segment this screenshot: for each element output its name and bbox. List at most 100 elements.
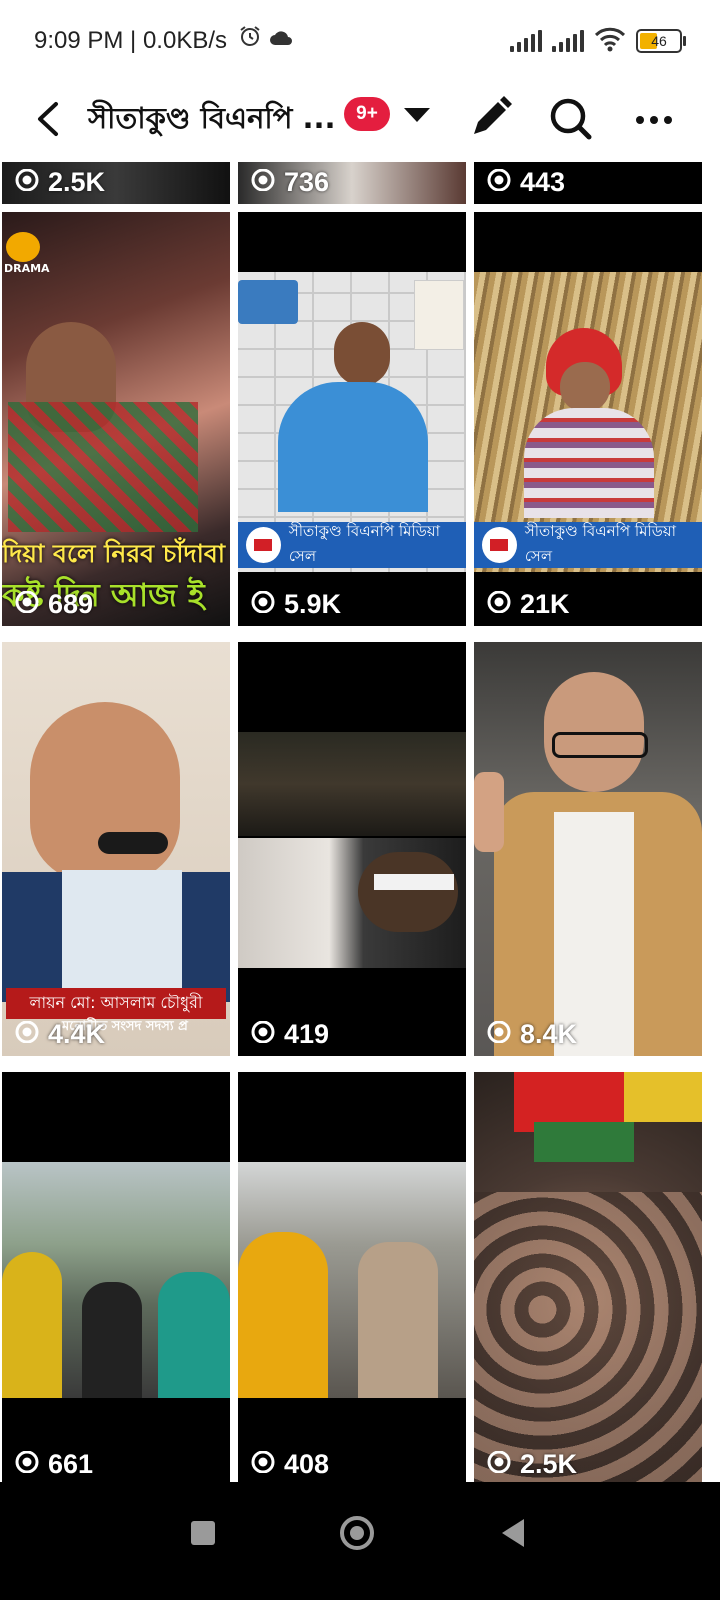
system-nav-bar <box>0 1482 720 1600</box>
eye-icon <box>12 589 42 620</box>
view-count-text: 2.5K <box>520 1449 578 1479</box>
media-cell-banner: সীতাকুণ্ড বিএনপি মিডিয়া সেল <box>474 522 702 568</box>
app-header: সীতাকুণ্ড বিএনপি ... 9+ <box>0 80 720 162</box>
view-count: 661 <box>12 1449 93 1480</box>
scarf-shape <box>8 402 198 532</box>
status-time-text: 9:09 PM | 0.0KB/s <box>34 27 227 54</box>
glasses <box>552 732 648 758</box>
person-face <box>30 702 180 882</box>
poster-photos <box>238 280 298 324</box>
eye-icon <box>12 167 42 198</box>
green-flag <box>534 1122 634 1162</box>
person-shirt <box>524 408 654 518</box>
poster-right <box>414 280 464 350</box>
teal-jacket <box>158 1272 230 1398</box>
more-icon[interactable] <box>630 92 682 144</box>
dark-coat <box>82 1282 142 1398</box>
eye-icon <box>248 167 278 198</box>
eye-icon <box>484 589 514 620</box>
banner-text: সীতাকুণ্ড বিএনপি মিডিয়া সেল <box>524 522 676 565</box>
video-tile[interactable]: 408 <box>238 1072 466 1486</box>
video-tile[interactable]: 8.4K <box>474 642 702 1056</box>
video-tile-top-2[interactable]: 736 <box>238 162 466 204</box>
crowd-night-frame <box>238 732 466 836</box>
eye-icon <box>484 167 514 198</box>
mustache <box>98 832 168 854</box>
view-count: 736 <box>248 167 329 198</box>
eye-icon <box>12 1019 42 1050</box>
view-count-text: 4.4K <box>48 1019 106 1049</box>
banner-text: সীতাকুণ্ড বিএনপি মিডিয়া সেল <box>288 522 440 565</box>
eye-icon <box>12 1449 42 1480</box>
view-count-text: 8.4K <box>520 1019 578 1049</box>
hand-shape <box>474 772 504 852</box>
video-tile[interactable]: DRAMA দিয়া বলে নিরব চাঁদাবা কষ্ট দিন আজ… <box>2 212 230 626</box>
view-count-text: 408 <box>284 1449 330 1479</box>
search-icon[interactable] <box>544 92 596 144</box>
back-arrow-icon[interactable] <box>26 94 76 144</box>
video-tile[interactable]: 2.5K <box>474 1072 702 1486</box>
alarm-icon <box>238 24 262 55</box>
video-tile-top-1[interactable]: 2.5K <box>2 162 230 204</box>
media-cell-banner: সীতাকুণ্ড বিএনপি মিডিয়া সেল <box>238 522 466 568</box>
notification-badge[interactable]: 9+ <box>344 97 390 131</box>
crowd-texture <box>474 1192 702 1486</box>
drama-logo: DRAMA <box>2 224 50 284</box>
page-title[interactable]: সীতাকুণ্ড বিএনপি ... <box>88 96 336 145</box>
view-count: 21K <box>484 589 570 620</box>
view-count: 5.9K <box>248 589 341 620</box>
view-count-text: 21K <box>520 589 570 619</box>
video-tile-top-3[interactable]: 443 <box>474 162 702 204</box>
name-plate: লায়ন মো: আসলাম চৌধুরী <box>6 988 226 1019</box>
status-bar: 9:09 PM | 0.0KB/s 46 <box>0 0 720 80</box>
wifi-icon <box>594 26 626 56</box>
video-tile[interactable]: 661 <box>2 1072 230 1486</box>
eye-icon <box>248 1019 278 1050</box>
video-tile[interactable]: লায়ন মো: আসলাম চৌধুরী মনোনীত সংসদ সদস্য… <box>2 642 230 1056</box>
view-count: 443 <box>484 167 565 198</box>
headband <box>374 874 454 890</box>
beige-jacket <box>358 1242 438 1398</box>
shirt-shape <box>62 870 182 1000</box>
person-shirt <box>278 382 428 512</box>
recents-square-icon[interactable] <box>188 1518 218 1552</box>
person-head <box>358 852 458 932</box>
battery-level: 46 <box>651 33 667 49</box>
eye-icon <box>484 1449 514 1480</box>
video-tile[interactable]: সীতাকুণ্ড বিএনপি মিডিয়া সেল 5.9K <box>238 212 466 626</box>
view-count: 408 <box>248 1449 329 1480</box>
view-count-text: 661 <box>48 1449 94 1479</box>
yellow-sari <box>2 1252 62 1398</box>
video-tile[interactable]: সীতাকুণ্ড বিএনপি মিডিয়া সেল 21K <box>474 212 702 626</box>
back-triangle-icon[interactable] <box>498 1516 528 1554</box>
home-circle-icon[interactable] <box>338 1514 376 1556</box>
view-count: 2.5K <box>12 167 105 198</box>
view-count: 689 <box>12 589 93 620</box>
caret-down-icon[interactable] <box>404 108 430 122</box>
view-count-text: 689 <box>48 589 94 619</box>
view-count-text: 736 <box>284 167 330 197</box>
view-count-text: 2.5K <box>48 167 106 197</box>
eye-icon <box>248 1449 278 1480</box>
party-emblem-icon <box>244 525 283 565</box>
pencil-icon[interactable] <box>464 92 516 144</box>
view-count-text: 5.9K <box>284 589 342 619</box>
signal-icon-2 <box>552 30 584 52</box>
battery-icon: 46 <box>636 29 686 53</box>
view-count: 419 <box>248 1019 329 1050</box>
video-tile[interactable]: 419 <box>238 642 466 1056</box>
yellow-banner <box>624 1072 702 1122</box>
video-grid: 2.5K 736 443 DRAMA দিয়া বলে নিরব চাঁদাব… <box>0 162 720 1510</box>
eye-icon <box>484 1019 514 1050</box>
status-time: 9:09 PM | 0.0KB/s <box>34 24 294 55</box>
cloud-icon <box>268 27 294 54</box>
yellow-sari <box>238 1232 328 1398</box>
person-head <box>334 322 390 386</box>
eye-icon <box>248 589 278 620</box>
view-count-text: 419 <box>284 1019 330 1049</box>
signal-icon-1 <box>510 30 542 52</box>
person-face <box>560 362 610 412</box>
view-count: 4.4K <box>12 1019 105 1050</box>
view-count: 8.4K <box>484 1019 577 1050</box>
party-emblem-icon <box>480 525 519 565</box>
